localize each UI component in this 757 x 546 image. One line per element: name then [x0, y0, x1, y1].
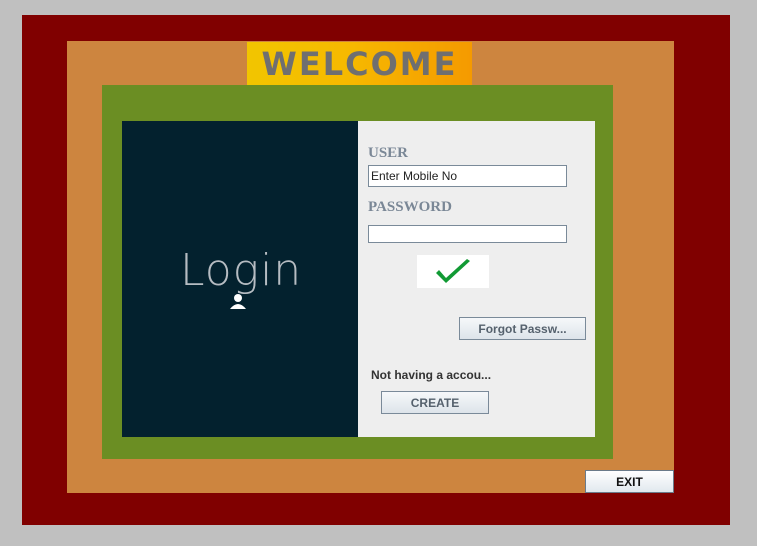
create-account-button[interactable]: CREATE	[381, 391, 489, 414]
checkmark-icon	[436, 258, 470, 283]
login-logo-text: Login	[180, 245, 303, 296]
submit-login-button[interactable]	[417, 255, 489, 288]
user-label: USER	[368, 145, 409, 161]
login-image-panel: Login	[122, 121, 358, 437]
password-label: PASSWORD	[368, 199, 452, 215]
welcome-title: WELCOME	[261, 44, 458, 83]
login-logo: Login	[180, 239, 303, 319]
exit-button[interactable]: EXIT	[585, 470, 674, 493]
welcome-banner: WELCOME	[247, 42, 472, 85]
signup-prompt: Not having a accou...	[371, 368, 492, 382]
forgot-password-button[interactable]: Forgot Passw...	[459, 317, 586, 340]
user-icon	[230, 294, 246, 309]
password-input[interactable]	[368, 225, 567, 243]
user-input[interactable]	[368, 165, 567, 187]
